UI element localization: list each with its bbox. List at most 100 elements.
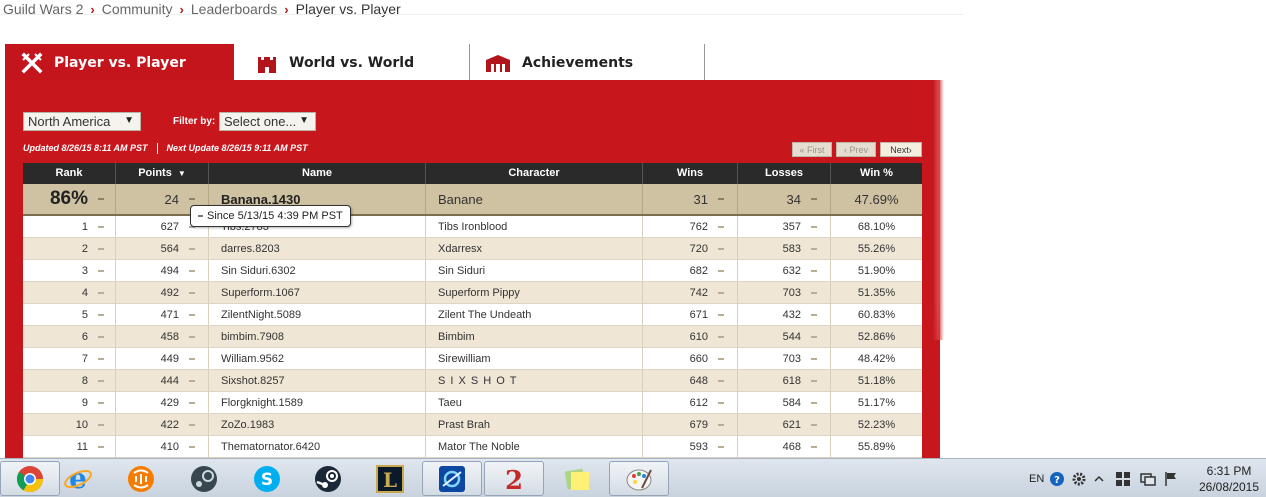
- table-header: Rank Points ▼ Name Character Wins Losses …: [23, 163, 922, 184]
- castle-icon: [258, 56, 276, 73]
- rank-cell: 86%: [23, 184, 116, 214]
- table-row[interactable]: 1 627 Tibs.2783 Tibs Ironblood 762 357 6…: [23, 216, 922, 238]
- tab-label: World vs. World: [289, 54, 415, 71]
- losses-cell: 703: [738, 348, 831, 369]
- losses-value: 34: [786, 191, 801, 207]
- column-header-wins[interactable]: Wins: [643, 163, 738, 184]
- tab-achievements[interactable]: Achievements: [471, 44, 705, 81]
- taskbar-battlenet[interactable]: [422, 461, 482, 496]
- leaderboard-tabs: Player vs. Player World vs. World Achiev…: [5, 44, 705, 81]
- svg-text:L: L: [383, 468, 397, 492]
- divider: [156, 143, 158, 155]
- tab-world-vs-world[interactable]: World vs. World: [234, 44, 470, 81]
- table-row[interactable]: 7 449 William.9562 Sirewilliam 660 703 4…: [23, 348, 922, 370]
- points-value: 627: [160, 220, 179, 233]
- trend-dash-icon: [718, 335, 724, 338]
- wins-cell: 610: [643, 326, 738, 347]
- trend-dash-icon: [189, 357, 195, 360]
- first-page-button[interactable]: « First: [792, 142, 832, 157]
- help-icon[interactable]: ?: [1049, 459, 1065, 497]
- column-header-win-percent[interactable]: Win %: [831, 163, 922, 184]
- wins-value: 679: [689, 418, 708, 431]
- trend-dash-icon: [811, 198, 817, 200]
- column-header-character[interactable]: Character: [426, 163, 643, 184]
- rank-value: 7: [81, 352, 88, 365]
- taskbar-guild-wars-2[interactable]: 2: [484, 461, 544, 496]
- table-row[interactable]: 2 564 darres.8203 Xdarresx 720 583 55.26…: [23, 238, 922, 260]
- trend-dash-icon: [98, 247, 104, 250]
- windows-icon[interactable]: [1115, 459, 1131, 497]
- table-row[interactable]: 11 410 Thematornator.6420 Mator The Nobl…: [23, 436, 922, 458]
- rank-value: 3: [81, 264, 88, 277]
- column-header-points[interactable]: Points ▼: [116, 163, 209, 184]
- taskbar-steam-alt[interactable]: [174, 461, 234, 496]
- points-cell: 444: [116, 370, 209, 391]
- taskbar-paint[interactable]: [609, 461, 669, 496]
- name-cell: Sin Siduri.6302: [209, 260, 426, 281]
- prev-page-button[interactable]: ‹ Prev: [836, 142, 876, 157]
- trend-dash-icon: [718, 269, 724, 272]
- network-icon[interactable]: [1140, 459, 1156, 497]
- trend-dash-icon: [189, 198, 195, 200]
- column-header-losses[interactable]: Losses: [738, 163, 831, 184]
- table-row[interactable]: 5 471 ZilentNight.5089 Zilent The Undeat…: [23, 304, 922, 326]
- taskbar-sticky-notes[interactable]: [547, 461, 607, 496]
- rank-value: 4: [81, 286, 88, 299]
- wins-cell: 612: [643, 392, 738, 413]
- trend-dash-icon: [718, 313, 724, 316]
- character-cell: Bimbim: [426, 326, 643, 347]
- trend-dash-icon: [718, 198, 724, 200]
- table-row[interactable]: 6 458 bimbim.7908 Bimbim 610 544 52.86%: [23, 326, 922, 348]
- character-cell: Sin Siduri: [426, 260, 643, 281]
- losses-cell: 632: [738, 260, 831, 281]
- filter-select[interactable]: Select one... ▼: [219, 112, 316, 131]
- taskbar-skype[interactable]: S: [237, 461, 297, 496]
- column-header-name[interactable]: Name: [209, 163, 426, 184]
- wins-cell: 720: [643, 238, 738, 259]
- character-cell: Xdarresx: [426, 238, 643, 259]
- trend-dash-icon: [811, 423, 817, 426]
- table-row[interactable]: 4 492 Superform.1067 Superform Pippy 742…: [23, 282, 922, 304]
- clock[interactable]: 6:31 PM 26/08/2015: [1196, 463, 1262, 495]
- table-row[interactable]: 3 494 Sin Siduri.6302 Sin Siduri 682 632…: [23, 260, 922, 282]
- table-row[interactable]: 8 444 Sixshot.8257 S I X S H O T 648 618…: [23, 370, 922, 392]
- trend-dash-icon: [98, 269, 104, 272]
- user-row[interactable]: 86% 24 Banana.1430 Banane 31 34 47.69%: [23, 184, 922, 216]
- losses-value: 468: [782, 440, 801, 453]
- taskbar-league-of-legends[interactable]: L: [360, 461, 420, 496]
- taskbar-steam[interactable]: [298, 461, 358, 496]
- losses-value: 703: [782, 286, 801, 299]
- wins-value: 610: [689, 330, 708, 343]
- crossed-swords-icon: [21, 52, 43, 73]
- region-select[interactable]: North America ▼: [23, 112, 141, 131]
- next-page-button[interactable]: Next›: [880, 142, 922, 157]
- table-row[interactable]: 10 422 ZoZo.1983 Prast Brah 679 621 52.2…: [23, 414, 922, 436]
- win-percent-cell: 51.35%: [857, 286, 896, 299]
- trend-dash-icon: [189, 445, 195, 448]
- name-cell: Superform.1067: [209, 282, 426, 303]
- losses-value: 584: [782, 396, 801, 409]
- trend-dash-icon: [98, 423, 104, 426]
- flag-icon[interactable]: [1164, 459, 1178, 497]
- rank-cell: 8: [23, 370, 116, 391]
- tab-player-vs-player[interactable]: Player vs. Player: [5, 44, 234, 81]
- filter-label: Filter by:: [173, 116, 216, 127]
- losses-value: 632: [782, 264, 801, 277]
- points-value: 494: [160, 264, 179, 277]
- name-cell: darres.8203: [209, 238, 426, 259]
- name-cell: Florgknight.1589: [209, 392, 426, 413]
- table-row[interactable]: 9 429 Florgknight.1589 Taeu 612 584 51.1…: [23, 392, 922, 414]
- show-hidden-icons-icon[interactable]: [1094, 459, 1104, 497]
- wins-value: 612: [689, 396, 708, 409]
- character-cell: Tibs Ironblood: [426, 216, 643, 237]
- taskbar-media-player[interactable]: [111, 461, 171, 496]
- losses-value: 357: [782, 220, 801, 233]
- win-percent-cell: 47.69%: [854, 191, 899, 207]
- column-header-rank[interactable]: Rank: [23, 163, 116, 184]
- language-indicator[interactable]: EN: [1029, 459, 1044, 497]
- settings-icon[interactable]: [1071, 459, 1087, 497]
- losses-value: 432: [782, 308, 801, 321]
- rank-value: 10: [75, 418, 88, 431]
- rank-value: 2: [81, 242, 88, 255]
- taskbar-internet-explorer[interactable]: e: [48, 461, 108, 496]
